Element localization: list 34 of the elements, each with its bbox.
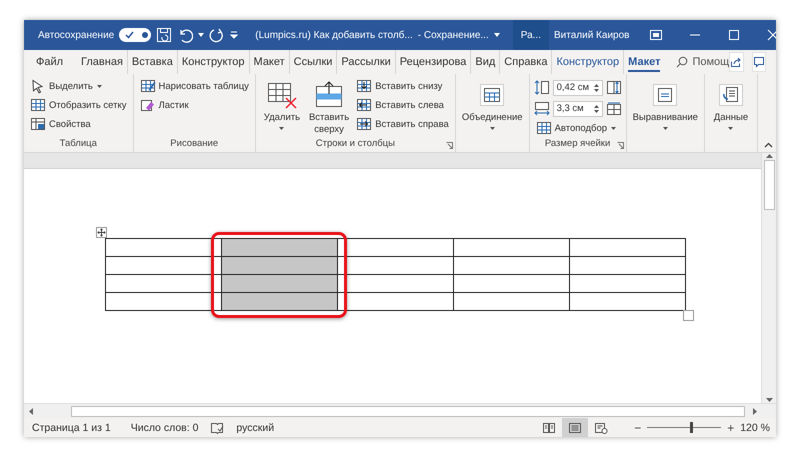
ribbon-button[interactable]: Ластик — [138, 97, 251, 114]
user-name[interactable]: Виталий Каиров — [554, 30, 630, 40]
word-count[interactable]: Число слов: 0 — [130, 422, 198, 434]
ribbon-button[interactable]: Удалить — [260, 78, 304, 138]
ribbon-button[interactable]: Выделить — [28, 78, 129, 95]
spin-field[interactable]: 0,42 см — [552, 80, 603, 96]
zoom-level[interactable]: 120 % — [740, 422, 770, 434]
ribbon-button[interactable]: Выравнивание — [630, 78, 700, 138]
save-status: - Сохранение... — [418, 30, 489, 40]
ribbon-button[interactable]: Автоподбор — [534, 120, 622, 137]
spin-field[interactable]: 3,3 см — [552, 100, 603, 116]
ribbon-button[interactable]: Вставить слева — [354, 97, 451, 114]
ribbon-tab[interactable]: Файл — [32, 50, 68, 74]
ribbon-button[interactable]: Объединение — [460, 78, 525, 138]
ribbon-button[interactable]: Вставить сверху — [306, 78, 352, 138]
ribbon-button[interactable]: Нарисовать таблицу — [138, 78, 251, 95]
ribbon-button[interactable]: Данные — [708, 78, 753, 138]
group-label: Рисование — [169, 138, 220, 151]
document-title: (Lumpics.ru) Как добавить столб... — [255, 30, 413, 40]
zoom-out-button[interactable]: − — [634, 420, 642, 434]
ribbon-tab[interactable]: Макет — [624, 50, 664, 74]
group-label: Таблица — [58, 138, 98, 151]
zoom-in-button[interactable]: + — [727, 420, 734, 434]
context-tab-label: Ра... — [512, 20, 549, 50]
ribbon-button[interactable]: Отобразить сетку — [28, 97, 129, 114]
ribbon-button[interactable]: Вставить снизу — [354, 78, 451, 95]
ribbon-button[interactable]: Вставить справа — [354, 116, 451, 133]
ribbon-button[interactable]: Свойства — [28, 116, 129, 133]
group-label: Размер ячейки — [544, 138, 612, 151]
page-count[interactable]: Страница 1 из 1 — [32, 422, 111, 434]
language[interactable]: русский — [236, 422, 274, 434]
group-label: Строки и столбцы — [314, 138, 396, 151]
autosave-label: Автосохранение — [38, 30, 114, 40]
help-search[interactable]: Помощ — [676, 56, 730, 68]
